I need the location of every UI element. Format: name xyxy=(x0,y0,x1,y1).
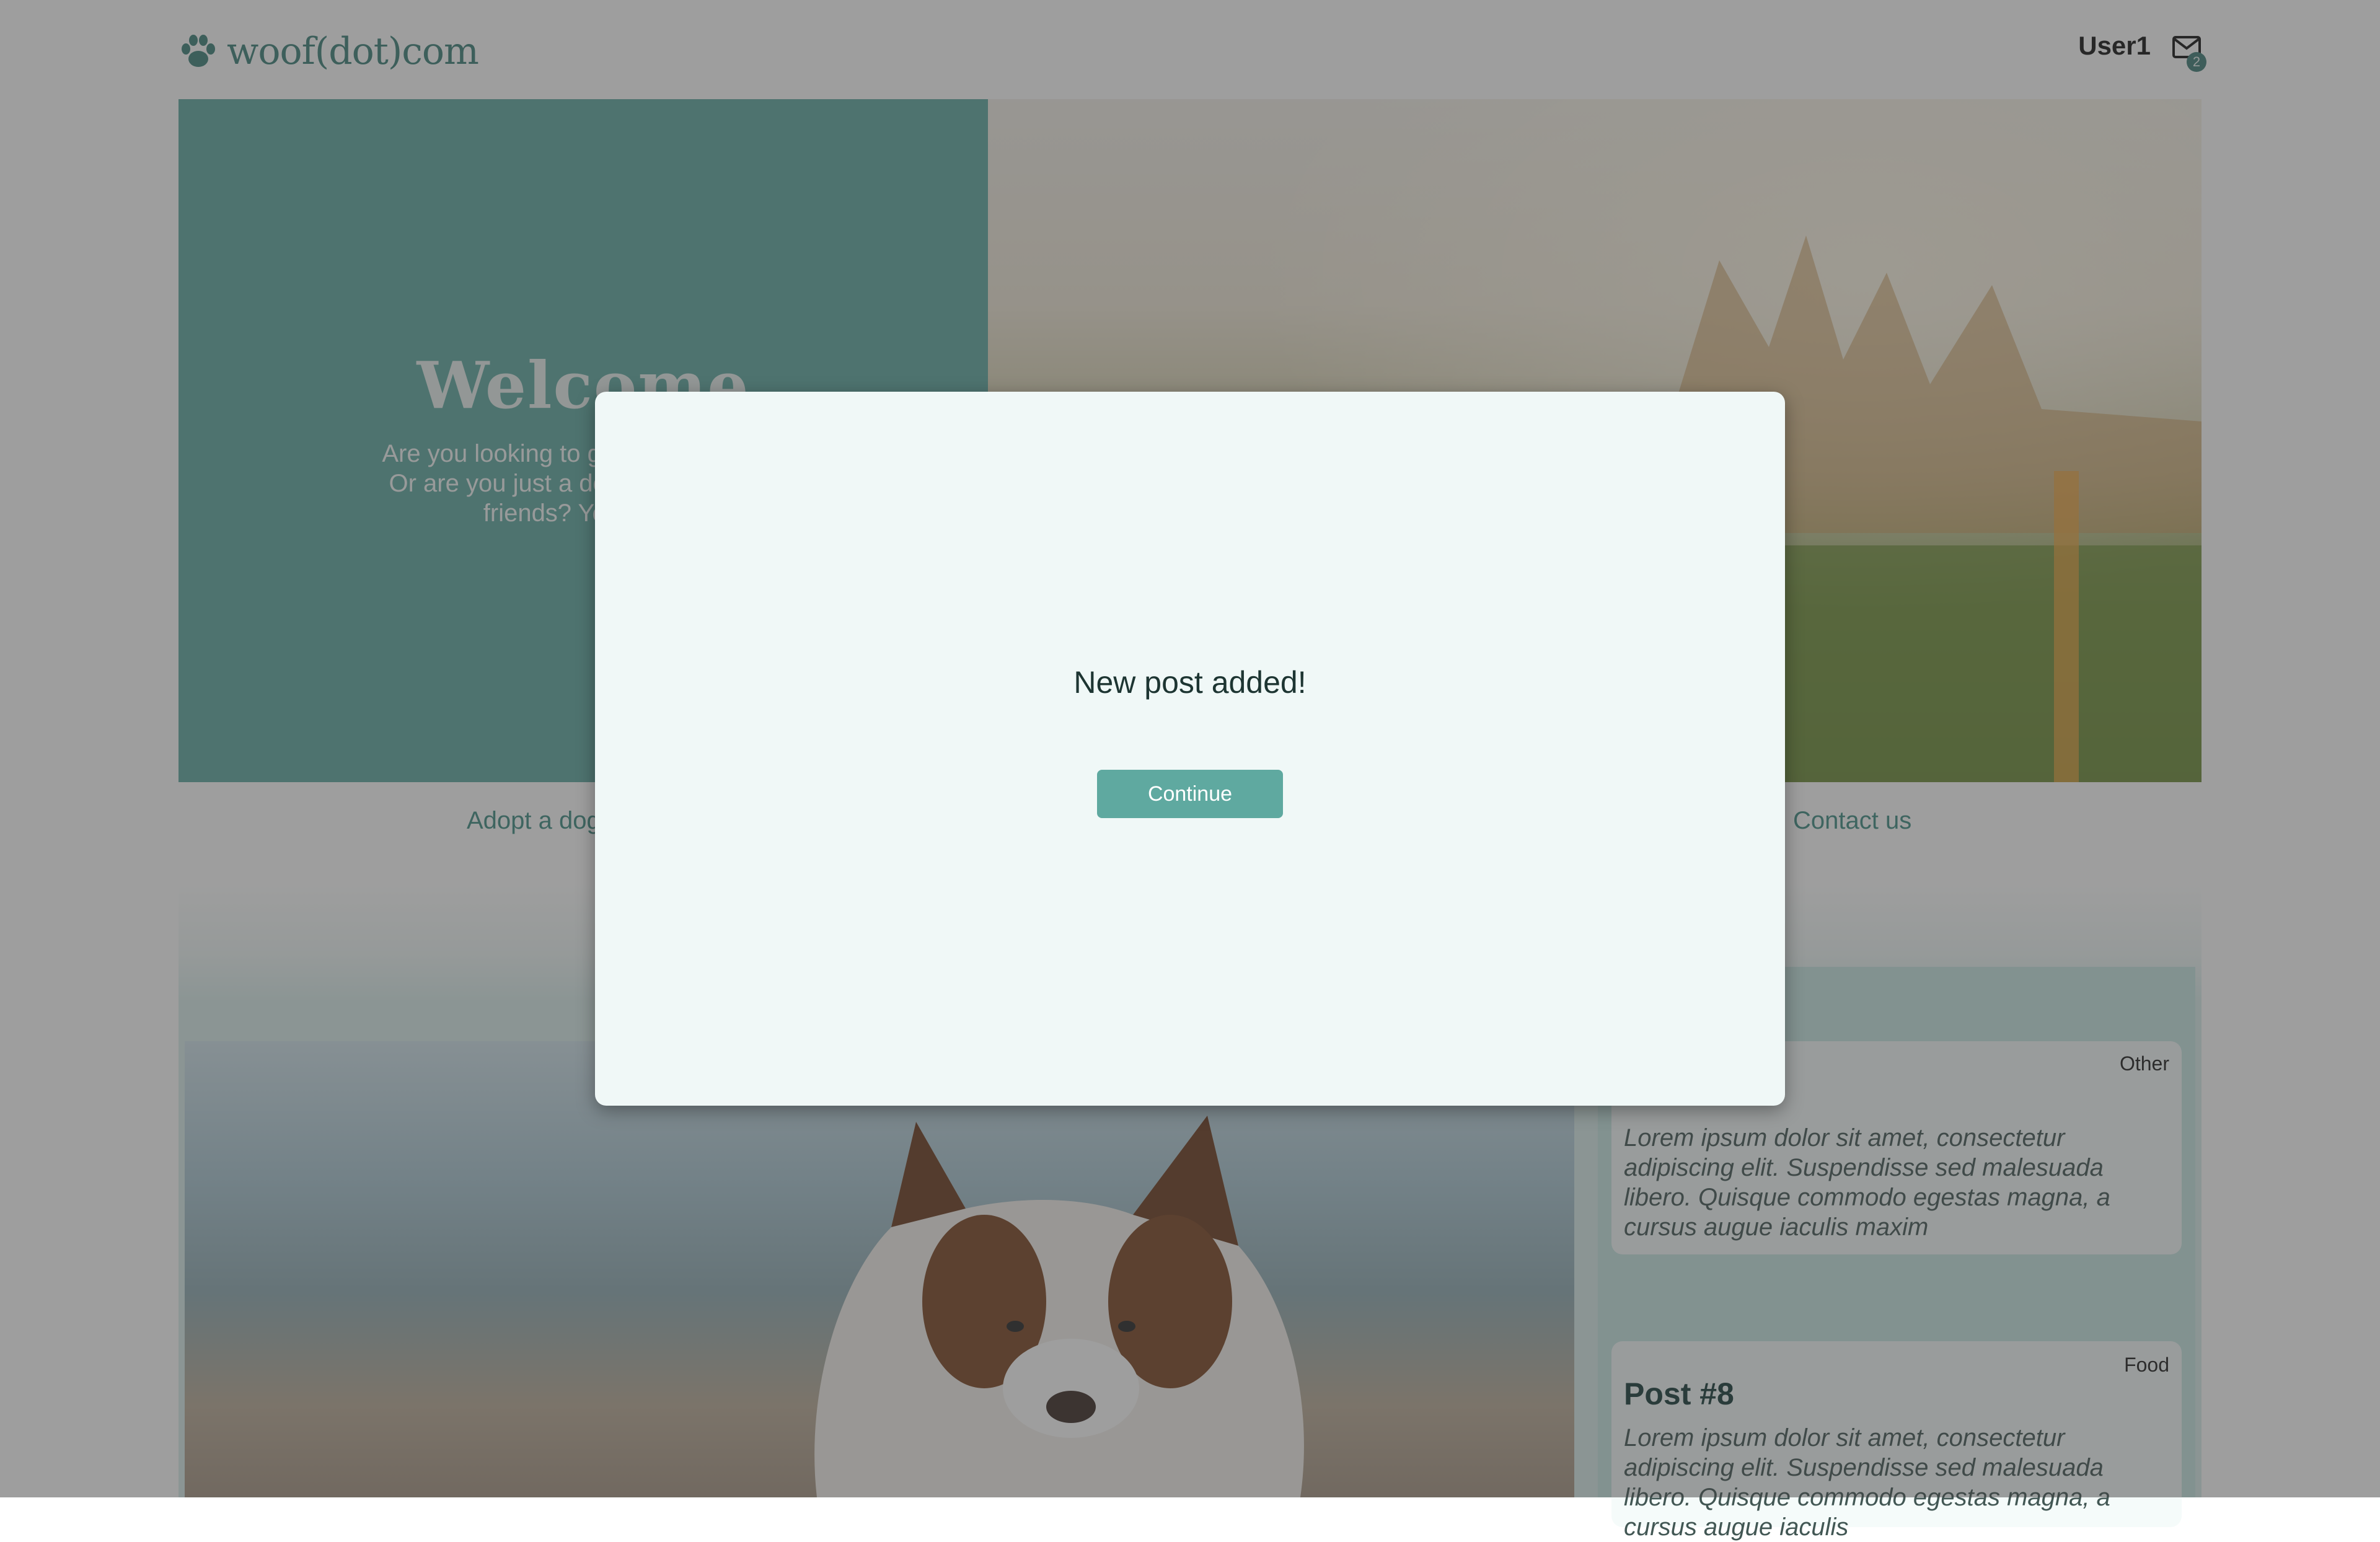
dialog-message: New post added! xyxy=(1073,665,1307,700)
continue-button[interactable]: Continue xyxy=(1097,770,1283,818)
success-dialog: New post added! Continue xyxy=(595,392,1785,1106)
